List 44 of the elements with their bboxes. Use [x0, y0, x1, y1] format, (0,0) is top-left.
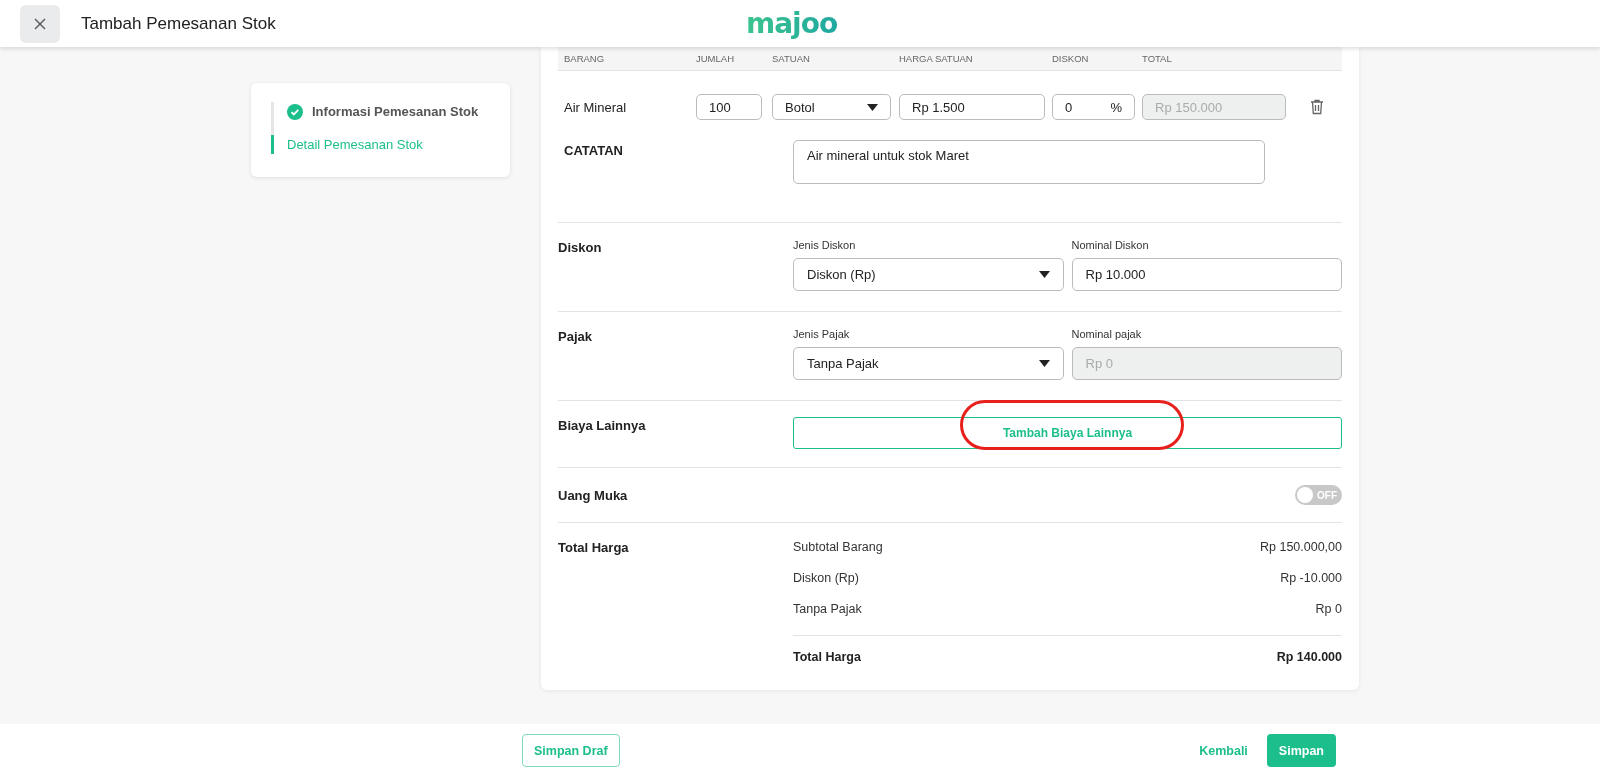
caret-icon [1038, 271, 1050, 278]
section-label: Diskon [558, 239, 603, 257]
caret-icon [867, 103, 878, 111]
section-label: Total Harga [558, 539, 630, 557]
unit-select[interactable]: Botol [772, 94, 891, 120]
section-label: Uang Muka [558, 487, 629, 503]
price-field[interactable]: Rp 1.500 [899, 94, 1045, 120]
field-label: Jenis Pajak [793, 328, 851, 340]
field-label: Jenis Diskon [793, 239, 857, 251]
dropdown-select[interactable]: Tanpa Pajak [793, 347, 1064, 380]
column-header: TOTAL [1142, 53, 1173, 64]
trash-icon[interactable] [1310, 99, 1324, 115]
grand-total-value: Rp 140.000 [1276, 650, 1342, 664]
note-label: CATATAN [564, 143, 624, 160]
summary-value: Rp 150.000,00 [1260, 540, 1342, 556]
total-field: Rp 150.000 [1142, 94, 1286, 120]
quantity-field[interactable]: 100 [696, 94, 762, 120]
check-icon [287, 103, 303, 120]
step-item[interactable]: Informasi Pemesanan Stok [271, 102, 490, 121]
item-name: Air Mineral [564, 99, 628, 115]
caret-icon [1038, 360, 1050, 367]
dropdown-select[interactable]: Diskon (Rp) [793, 258, 1064, 291]
page-title: Tambah Pemesanan Stok [81, 13, 277, 34]
discount-field[interactable]: 0 % [1052, 94, 1135, 120]
summary-value: Rp -10.000 [1280, 571, 1342, 587]
close-icon [34, 17, 46, 30]
summary-label: Diskon (Rp) [793, 571, 859, 587]
grand-total-label: Total Harga [793, 650, 861, 664]
section-label: Biaya Lainnya [558, 417, 647, 435]
section-label: Pajak [558, 328, 593, 346]
field-label: Nominal Diskon [1071, 239, 1150, 251]
note-textarea[interactable]: Air mineral untuk stok Maret [793, 140, 1265, 184]
summary-label: Subtotal Barang [793, 540, 883, 556]
input-field: Rp 0 [1071, 347, 1342, 380]
column-header: HARGA SATUAN [899, 53, 974, 64]
unit-label: % [1110, 99, 1122, 115]
column-header: JUMLAH [696, 53, 735, 64]
summary-value: Rp 0 [1315, 602, 1342, 618]
field-label: Nominal pajak [1071, 328, 1143, 340]
column-header: DISKON [1052, 53, 1090, 64]
column-header: BARANG [564, 53, 606, 64]
input-field[interactable]: Rp 10.000 [1071, 258, 1342, 291]
column-header: SATUAN [772, 53, 811, 64]
summary-label: Tanpa Pajak [793, 602, 862, 618]
